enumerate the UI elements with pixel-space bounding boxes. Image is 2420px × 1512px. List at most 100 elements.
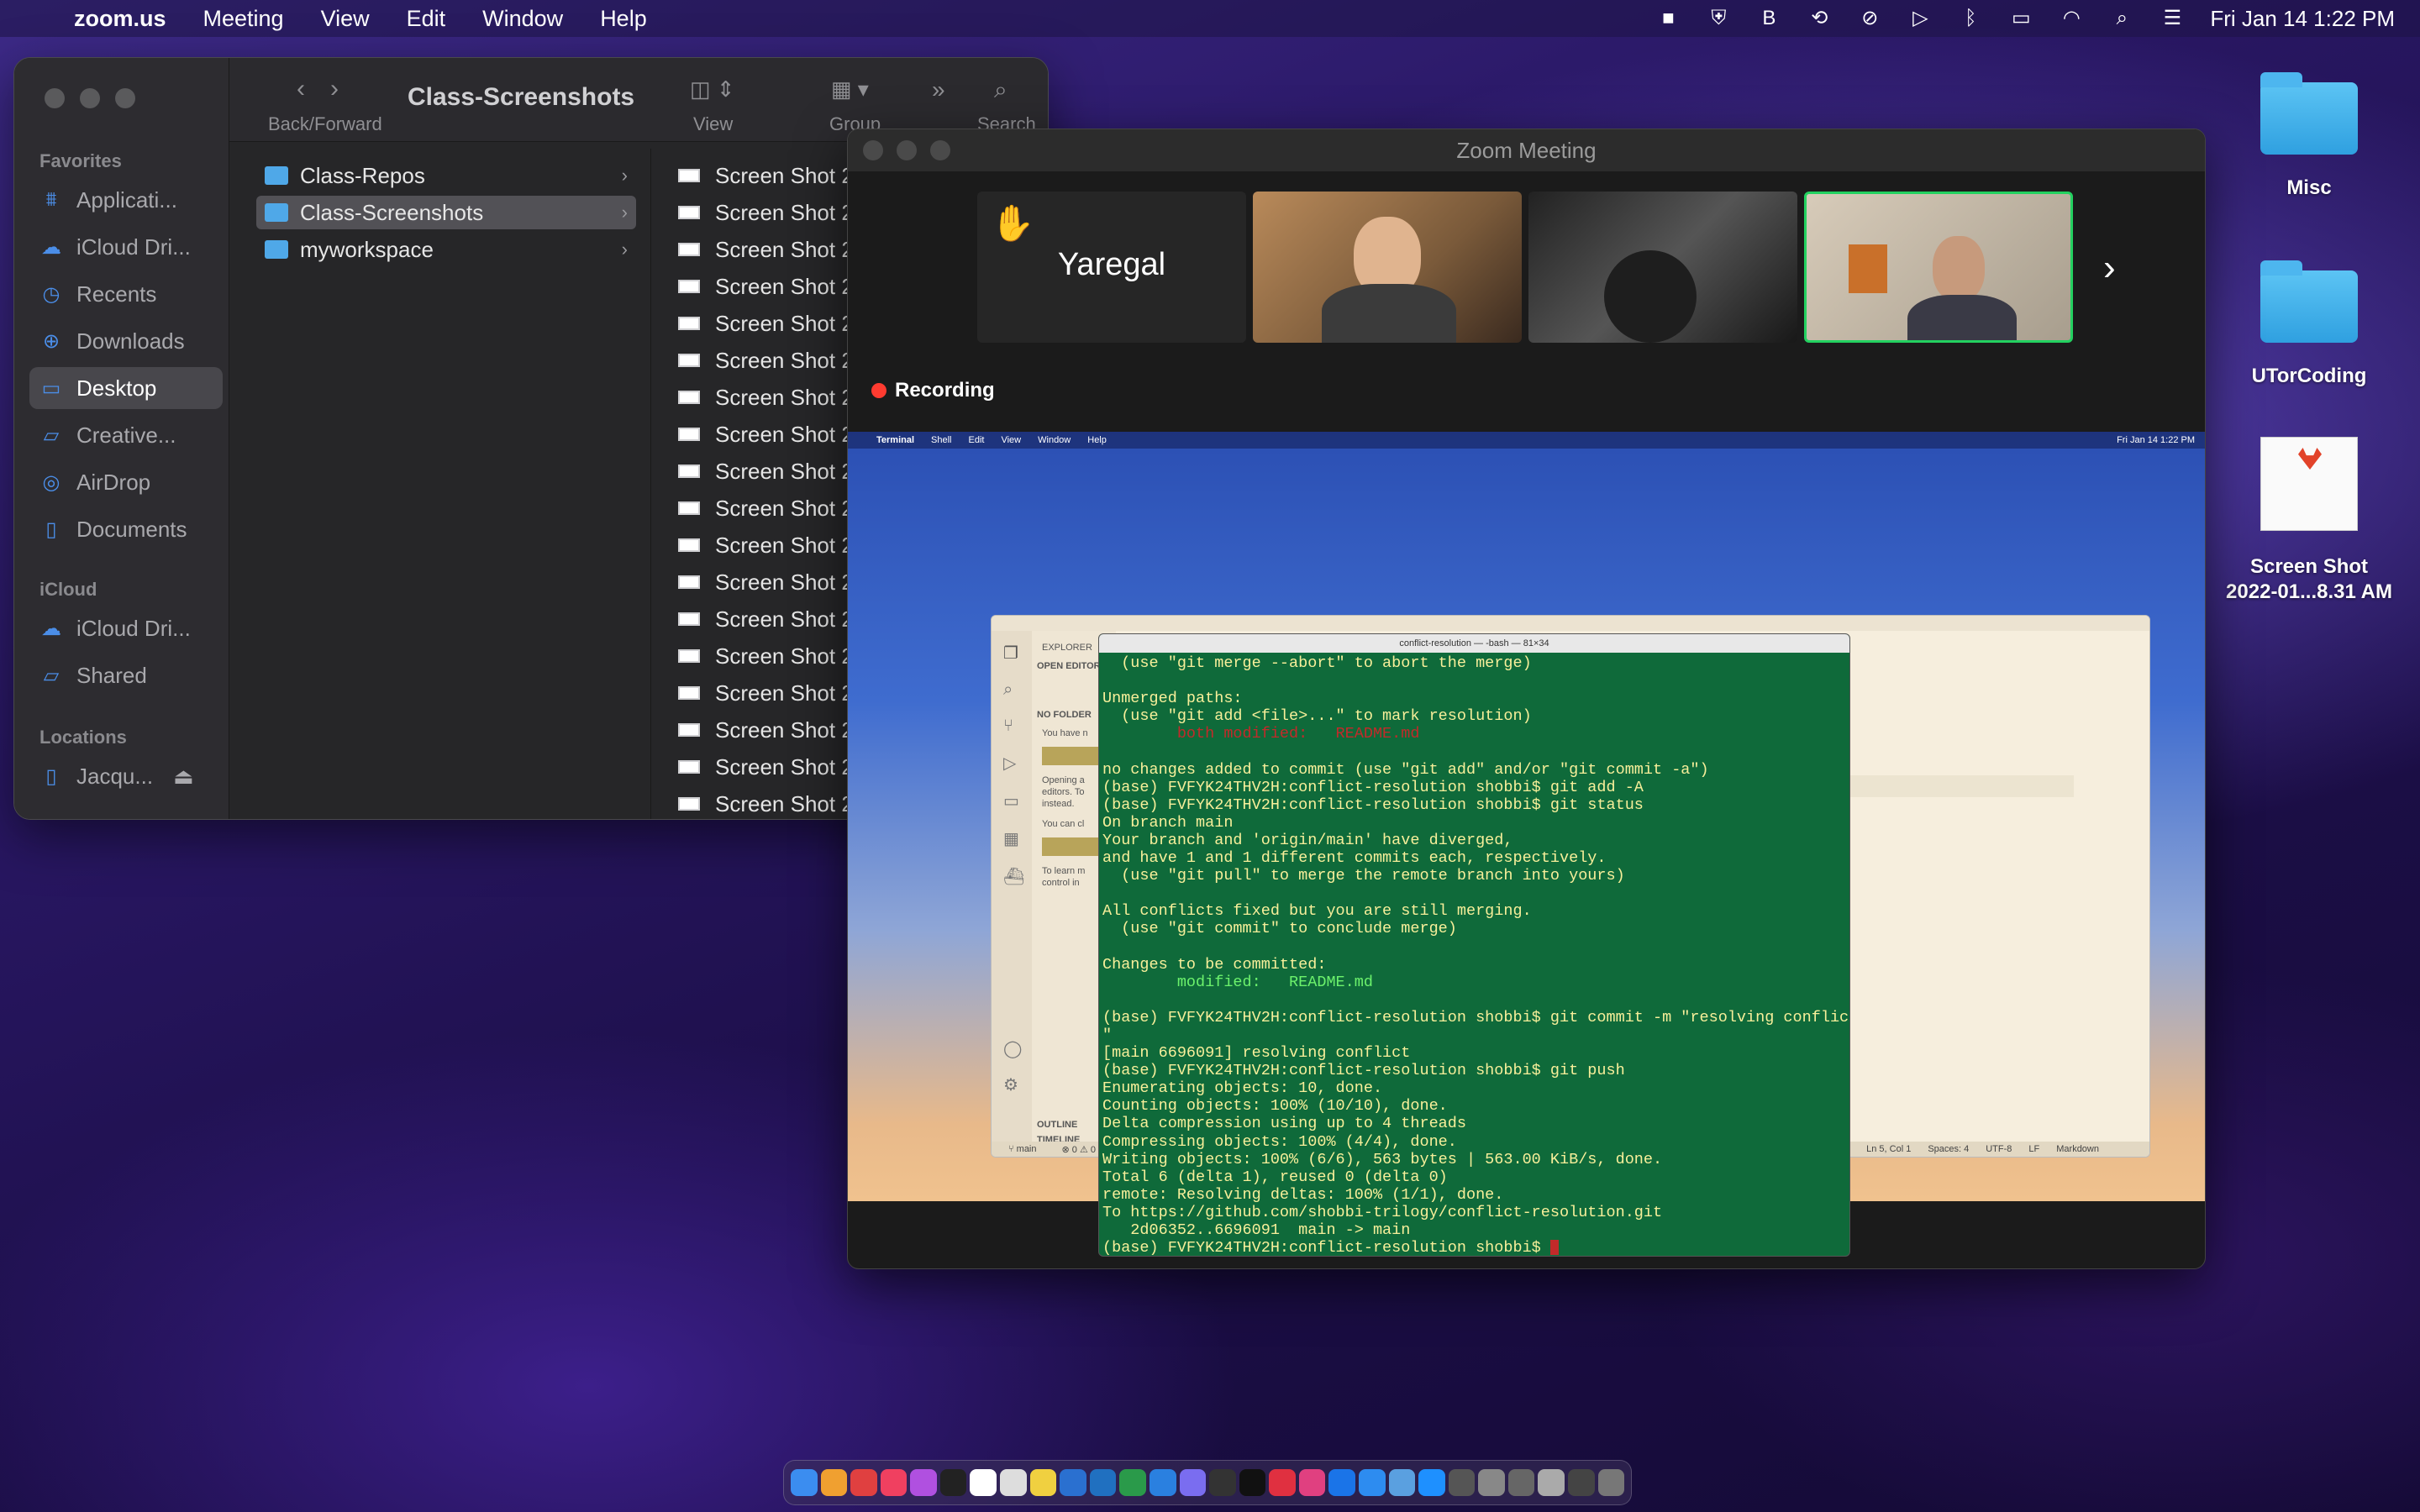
bluetooth-icon[interactable]: ᛒ	[1958, 8, 1983, 29]
file-item[interactable]: Screen Shot 2	[678, 602, 854, 636]
zoom-button[interactable]	[930, 140, 950, 160]
minimize-button[interactable]	[80, 88, 100, 108]
script-icon[interactable]: ⟲	[1807, 8, 1832, 29]
file-item[interactable]: Screen Shot 2	[678, 750, 854, 784]
outline-header[interactable]: OUTLINE	[1037, 1120, 1077, 1130]
menu-view[interactable]: View	[321, 6, 370, 32]
more-icon[interactable]: »	[932, 76, 945, 103]
dock-app-icon-7[interactable]	[1000, 1469, 1027, 1496]
indentation[interactable]: Spaces: 4	[1928, 1144, 1969, 1154]
sidebar-item-recents[interactable]: ◷ Recents	[29, 273, 223, 315]
menu-window[interactable]: Window	[482, 6, 563, 32]
participant-video-active-speaker[interactable]	[1804, 192, 2073, 343]
sidebar-item-applications[interactable]: ⩩ Applicati...	[29, 179, 223, 221]
file-item[interactable]: Screen Shot 2	[678, 307, 854, 340]
file-item[interactable]: Screen Shot 2	[678, 270, 854, 303]
dock-app-icon-10[interactable]	[1089, 1469, 1117, 1496]
dock-app-icon-12[interactable]	[1149, 1469, 1176, 1496]
sidebar-item-desktop[interactable]: ▭ Desktop	[29, 367, 223, 409]
bbedit-icon[interactable]: B	[1756, 8, 1781, 29]
file-item[interactable]: Screen Shot 2	[678, 454, 854, 488]
file-item[interactable]: Screen Shot 2	[678, 491, 854, 525]
dock-app-icon-24[interactable]	[1507, 1469, 1535, 1496]
participant-tile-yaregal[interactable]: ✋ Yaregal	[977, 192, 1246, 343]
language-mode[interactable]: Markdown	[2056, 1144, 2099, 1154]
dock-app-icon-21[interactable]	[1418, 1469, 1445, 1496]
back-icon[interactable]: ‹	[297, 75, 305, 103]
terminal-output[interactable]: (use "git merge --abort" to abort the me…	[1099, 653, 1849, 1256]
eject-icon[interactable]: ⏏	[173, 764, 194, 790]
desktop-folder-utorcoding[interactable]: UTorCoding	[2217, 260, 2402, 388]
recording-indicator[interactable]: Recording	[871, 379, 995, 402]
dock-app-icon-22[interactable]	[1448, 1469, 1476, 1496]
settings-gear-icon[interactable]: ⚙	[1003, 1074, 1032, 1095]
run-debug-icon[interactable]: ▷	[1003, 753, 1032, 774]
zoom-button[interactable]	[115, 88, 135, 108]
sidebar-item-documents[interactable]: ▯ Documents	[29, 508, 223, 550]
dock-app-icon-3[interactable]	[880, 1469, 908, 1496]
next-participants-icon[interactable]: ›	[2103, 247, 2116, 289]
file-item[interactable]: Screen Shot 2	[678, 233, 854, 266]
dock-app-icon-14[interactable]	[1209, 1469, 1236, 1496]
dock-app-icon-1[interactable]	[820, 1469, 848, 1496]
branch-indicator[interactable]: ⑂ main	[1008, 1144, 1037, 1154]
remote-explorer-icon[interactable]: ▭	[1003, 790, 1032, 811]
shield-icon[interactable]: ⛨	[1706, 8, 1731, 29]
docker-icon[interactable]: ⛴	[1003, 866, 1032, 887]
dock-app-icon-23[interactable]	[1478, 1469, 1505, 1496]
file-item[interactable]: Screen Shot 2	[678, 159, 854, 192]
zoom-status-icon[interactable]: ■	[1655, 8, 1681, 29]
file-item[interactable]: Screen Shot 2	[678, 676, 854, 710]
source-control-icon[interactable]: ⑂	[1003, 717, 1032, 736]
battery-icon[interactable]: ▭	[2008, 8, 2033, 29]
spotlight-search-icon[interactable]: ⌕	[2109, 8, 2134, 29]
dock-app-icon-19[interactable]	[1358, 1469, 1386, 1496]
sidebar-item-device[interactable]: ▯ Jacqu... ⏏	[29, 755, 223, 797]
dock-app-icon-0[interactable]	[791, 1469, 818, 1496]
dock-app-icon-17[interactable]	[1298, 1469, 1326, 1496]
problems-indicator[interactable]: ⊗ 0 ⚠ 0	[1062, 1144, 1096, 1155]
column-view-icon[interactable]: ◫ ⇕	[690, 76, 735, 102]
terminal-window[interactable]: conflict-resolution — -bash — 81×34 (use…	[1098, 633, 1850, 1257]
dock-app-icon-2[interactable]	[850, 1469, 877, 1496]
file-item[interactable]: Screen Shot 2	[678, 528, 854, 562]
file-item[interactable]: Screen Shot 2	[678, 196, 854, 229]
folder-myworkspace[interactable]: myworkspace ›	[256, 233, 636, 266]
clone-repo-button[interactable]	[1042, 837, 1106, 856]
file-item[interactable]: Screen Shot 2	[678, 381, 854, 414]
participant-video-3[interactable]	[1528, 192, 1797, 343]
dock-app-icon-11[interactable]	[1119, 1469, 1146, 1496]
forward-icon[interactable]: ›	[330, 75, 339, 103]
open-folder-button[interactable]	[1042, 747, 1106, 765]
sidebar-item-icloud-drive-2[interactable]: ☁ iCloud Dri...	[29, 607, 223, 649]
search-icon[interactable]: ⌕	[994, 76, 1007, 104]
minimize-button[interactable]	[897, 140, 917, 160]
file-item[interactable]: Screen Shot 2	[678, 565, 854, 599]
menu-clock[interactable]: Fri Jan 14 1:22 PM	[2210, 6, 2395, 32]
sidebar-item-creative[interactable]: ▱ Creative...	[29, 414, 223, 456]
menu-app-name[interactable]: zoom.us	[74, 6, 166, 32]
dock-app-icon-9[interactable]	[1060, 1469, 1086, 1496]
close-button[interactable]	[45, 88, 65, 108]
dock-app-icon-18[interactable]	[1328, 1469, 1355, 1496]
sidebar-item-icloud-drive[interactable]: ☁ iCloud Dri...	[29, 226, 223, 268]
line-ending[interactable]: LF	[2028, 1144, 2039, 1154]
participant-video-2[interactable]	[1253, 192, 1522, 343]
dock-app-icon-25[interactable]	[1538, 1469, 1565, 1496]
sidebar-item-downloads[interactable]: ⊕ Downloads	[29, 320, 223, 362]
play-icon[interactable]: ▷	[1907, 8, 1933, 29]
file-item[interactable]: Screen Shot 2	[678, 344, 854, 377]
dock-app-icon-13[interactable]	[1179, 1469, 1207, 1496]
desktop-screenshot-file[interactable]: Screen Shot 2022-01...8.31 AM	[2217, 437, 2402, 605]
vpn-icon[interactable]: ⊘	[1857, 8, 1882, 29]
dock-app-icon-16[interactable]	[1269, 1469, 1296, 1496]
files-icon[interactable]: ❐	[1003, 643, 1032, 664]
dock-app-icon-20[interactable]	[1388, 1469, 1416, 1496]
dock-app-icon-8[interactable]	[1029, 1469, 1057, 1496]
menu-edit[interactable]: Edit	[407, 6, 446, 32]
encoding[interactable]: UTF-8	[1986, 1144, 2012, 1154]
file-item[interactable]: Screen Shot 2	[678, 639, 854, 673]
extensions-icon[interactable]: ▦	[1003, 828, 1032, 849]
dock-app-icon-26[interactable]	[1568, 1469, 1595, 1496]
dock-app-icon-6[interactable]	[970, 1469, 997, 1496]
